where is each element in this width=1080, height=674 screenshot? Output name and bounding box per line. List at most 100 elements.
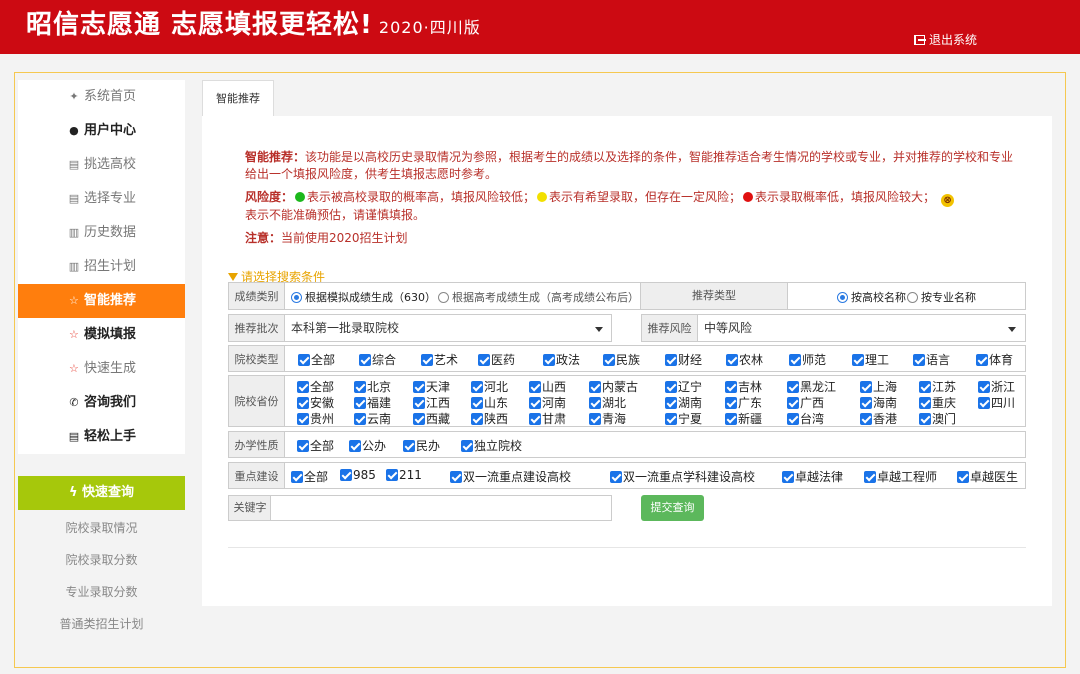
book-icon: ▤ (68, 192, 80, 205)
checkbox-icon (787, 381, 799, 393)
sidebar-item-getting-started[interactable]: ▤ 轻松上手 (18, 420, 185, 454)
sidebar-item-choose-major[interactable]: ▤ 选择专业 (18, 182, 185, 216)
province-checkbox[interactable]: 河北 (471, 378, 508, 395)
batch-select[interactable]: 本科第一批录取院校 (291, 315, 611, 341)
key-construction-checkbox[interactable]: 双一流重点建设高校 (450, 468, 571, 485)
province-checkbox[interactable]: 西藏 (413, 410, 450, 427)
school-type-checkbox[interactable]: 体育 (976, 351, 1013, 368)
sidebar-item-contact[interactable]: ✆ 咨询我们 (18, 386, 185, 420)
school-type-checkbox[interactable]: 政法 (543, 351, 580, 368)
province-checkbox[interactable]: 甘肃 (529, 410, 566, 427)
province-checkbox[interactable]: 重庆 (919, 394, 956, 411)
checkbox-icon (471, 413, 483, 425)
key-construction-checkbox[interactable]: 卓越法律 (782, 468, 843, 485)
score-exam-radio[interactable]: 根据高考成绩生成（高考成绩公布后） (438, 289, 639, 305)
province-checkbox[interactable]: 内蒙古 (589, 378, 638, 395)
sidebar-item-enroll-plan[interactable]: ▥ 招生计划 (18, 250, 185, 284)
province-checkbox[interactable]: 安徽 (297, 394, 334, 411)
checkbox-icon (919, 397, 931, 409)
school-type-checkbox[interactable]: 民族 (603, 351, 640, 368)
province-checkbox[interactable]: 广东 (725, 394, 762, 411)
key-construction-checkbox[interactable]: 卓越工程师 (864, 468, 937, 485)
school-type-checkbox[interactable]: 语言 (913, 351, 950, 368)
score-mock-radio[interactable]: 根据模拟成绩生成（630） (291, 289, 436, 305)
province-checkbox[interactable]: 山东 (471, 394, 508, 411)
link-school-scores[interactable]: 院校录取分数 (18, 544, 185, 576)
school-type-checkbox[interactable]: 理工 (852, 351, 889, 368)
school-type-checkbox[interactable]: 全部 (298, 351, 335, 368)
link-general-plan[interactable]: 普通类招生计划 (18, 608, 185, 640)
school-type-checkbox[interactable]: 医药 (478, 351, 515, 368)
province-checkbox[interactable]: 全部 (297, 378, 334, 395)
sidebar-item-mock-fill[interactable]: ☆ 模拟填报 (18, 318, 185, 352)
sidebar-item-history-data[interactable]: ▥ 历史数据 (18, 216, 185, 250)
checkbox-icon (349, 440, 361, 452)
province-checkbox[interactable]: 吉林 (725, 378, 762, 395)
nature-checkbox[interactable]: 全部 (297, 437, 334, 454)
logout-button[interactable]: 退出系统 (914, 31, 977, 48)
province-checkbox[interactable]: 浙江 (978, 378, 1015, 395)
province-checkbox[interactable]: 湖南 (665, 394, 702, 411)
province-checkbox[interactable]: 新疆 (725, 410, 762, 427)
sidebar-item-user-center[interactable]: ● 用户中心 (18, 114, 185, 148)
school-type-checkbox[interactable]: 艺术 (421, 351, 458, 368)
province-checkbox[interactable]: 辽宁 (665, 378, 702, 395)
province-checkbox[interactable]: 山西 (529, 378, 566, 395)
tab-smart-recommend[interactable]: 智能推荐 (202, 80, 274, 116)
sidebar-item-quick-generate[interactable]: ☆ 快速生成 (18, 352, 185, 386)
nature-label: 办学性质 (229, 432, 285, 457)
province-checkbox[interactable]: 云南 (354, 410, 391, 427)
sidebar-item-home[interactable]: ✦ 系统首页 (18, 80, 185, 114)
province-checkbox[interactable]: 北京 (354, 378, 391, 395)
rec-by-school-radio[interactable]: 按高校名称 (837, 289, 906, 305)
province-checkbox[interactable]: 湖北 (589, 394, 626, 411)
sidebar-item-smart-recommend[interactable]: ☆ 智能推荐 (18, 284, 185, 318)
province-checkbox[interactable]: 贵州 (297, 410, 334, 427)
province-checkbox[interactable]: 青海 (589, 410, 626, 427)
school-type-checkbox[interactable]: 师范 (789, 351, 826, 368)
province-checkbox[interactable]: 陕西 (471, 410, 508, 427)
province-checkbox[interactable]: 河南 (529, 394, 566, 411)
sidebar-item-choose-school[interactable]: ▤ 挑选高校 (18, 148, 185, 182)
school-type-checkbox[interactable]: 财经 (665, 351, 702, 368)
key-construction-checkbox[interactable]: 985 (340, 468, 376, 482)
school-type-checkbox[interactable]: 农林 (726, 351, 763, 368)
uncertain-icon: ⊗ (941, 194, 955, 207)
quick-query-header[interactable]: ϟ 快速查询 (18, 476, 185, 510)
province-checkbox[interactable]: 台湾 (787, 410, 824, 427)
province-checkbox[interactable]: 海南 (860, 394, 897, 411)
nature-checkbox[interactable]: 独立院校 (461, 437, 522, 454)
checkbox-icon (359, 354, 371, 366)
checkbox-icon (297, 440, 309, 452)
province-checkbox[interactable]: 福建 (354, 394, 391, 411)
risk-select[interactable]: 中等风险 (704, 315, 1024, 341)
province-checkbox[interactable]: 江西 (413, 394, 450, 411)
submit-query-button[interactable]: 提交查询 (641, 495, 704, 521)
key-construction-checkbox[interactable]: 全部 (291, 468, 328, 485)
province-checkbox[interactable]: 四川 (978, 394, 1015, 411)
key-construction-checkbox[interactable]: 双一流重点学科建设高校 (610, 468, 755, 485)
province-checkbox[interactable]: 澳门 (919, 410, 956, 427)
nature-checkbox[interactable]: 民办 (403, 437, 440, 454)
checkbox-icon (354, 397, 366, 409)
province-checkbox[interactable]: 香港 (860, 410, 897, 427)
province-checkbox[interactable]: 上海 (860, 378, 897, 395)
province-checkbox[interactable]: 天津 (413, 378, 450, 395)
school-type-checkbox[interactable]: 综合 (359, 351, 396, 368)
key-construction-checkbox[interactable]: 卓越医生 (957, 468, 1018, 485)
key-construction-checkbox[interactable]: 211 (386, 468, 422, 482)
link-major-scores[interactable]: 专业录取分数 (18, 576, 185, 608)
province-checkbox[interactable]: 黑龙江 (787, 378, 836, 395)
checkbox-icon (665, 413, 677, 425)
province-checkbox[interactable]: 江苏 (919, 378, 956, 395)
nature-row: 办学性质 全部 公办 民办 独立院校 (228, 431, 1026, 458)
checkbox-icon (529, 413, 541, 425)
checkbox-icon (913, 354, 925, 366)
province-checkbox[interactable]: 宁夏 (665, 410, 702, 427)
link-school-admission[interactable]: 院校录取情况 (18, 512, 185, 544)
keyword-input[interactable] (270, 495, 612, 521)
province-checkbox[interactable]: 广西 (787, 394, 824, 411)
nature-checkbox[interactable]: 公办 (349, 437, 386, 454)
rec-by-major-radio[interactable]: 按专业名称 (907, 289, 976, 305)
checkbox-icon (478, 354, 490, 366)
